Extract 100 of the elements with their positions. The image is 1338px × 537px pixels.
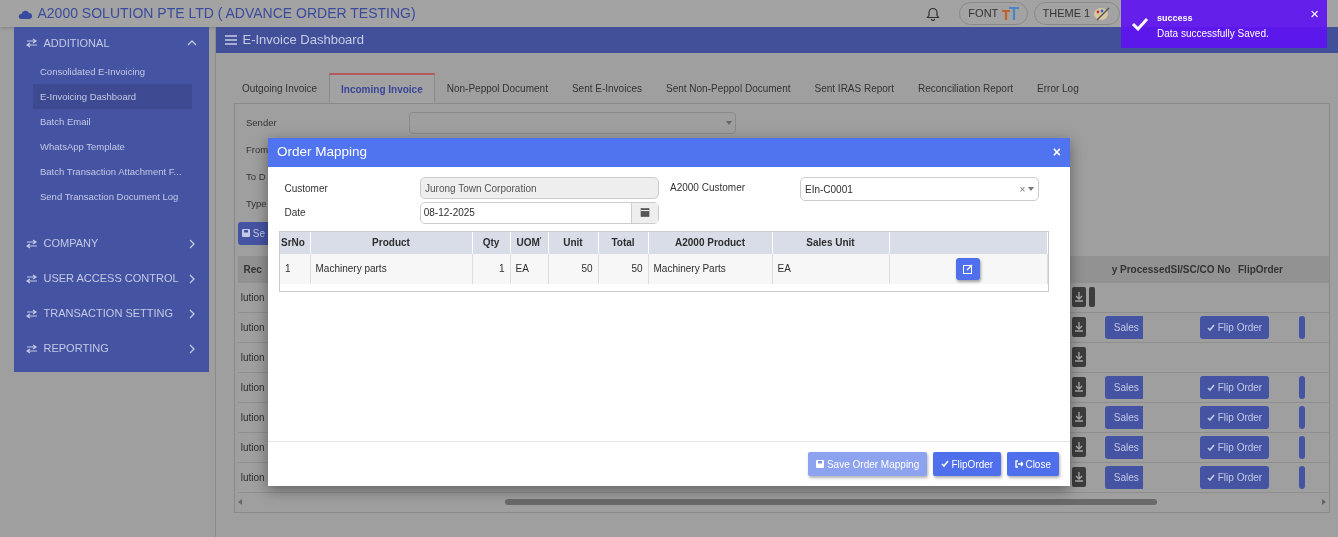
check-icon bbox=[1207, 323, 1215, 331]
swap-icon bbox=[26, 37, 38, 48]
action-button[interactable] bbox=[1299, 315, 1305, 339]
table-cell: Machinery Parts bbox=[653, 263, 726, 274]
form-label: From bbox=[246, 142, 269, 157]
form-label: Sender bbox=[246, 115, 277, 130]
sidebar-section[interactable]: TRANSACTION SETTING bbox=[14, 300, 209, 327]
column-header: y bbox=[1110, 262, 1119, 277]
flip-order-button[interactable]: Flip Order bbox=[1200, 315, 1270, 339]
sidebar-item[interactable]: Batch Email bbox=[33, 108, 192, 134]
column-header: ProcessedSI/SC/CO No bbox=[1120, 262, 1232, 277]
sales-button[interactable]: Sales bbox=[1104, 375, 1143, 399]
tab[interactable]: Non-Peppol Document bbox=[434, 73, 560, 103]
sidebar-section[interactable]: USER ACCESS CONTROL bbox=[14, 265, 209, 292]
customer-field[interactable]: Jurong Town Corporation bbox=[420, 177, 659, 199]
caret-down-icon bbox=[726, 121, 733, 125]
close-button[interactable]: × bbox=[1310, 3, 1319, 26]
close-button[interactable]: × bbox=[1052, 142, 1061, 163]
bell-icon[interactable] bbox=[925, 6, 940, 21]
tab[interactable]: Sent E-Invoices bbox=[559, 73, 654, 103]
chevron-right-icon bbox=[187, 273, 197, 284]
tab[interactable]: Sent IRAS Report bbox=[802, 73, 906, 103]
sales-button[interactable]: Sales bbox=[1104, 435, 1143, 459]
search-button[interactable]: Se bbox=[238, 221, 269, 245]
sidebar-item[interactable]: Consolidated E-Invoicing bbox=[33, 58, 192, 84]
swap-icon bbox=[26, 273, 38, 284]
chevron-right-icon bbox=[187, 343, 197, 354]
edit-button[interactable] bbox=[956, 257, 981, 280]
save-icon bbox=[242, 229, 250, 237]
sales-button[interactable]: Sales bbox=[1104, 465, 1143, 489]
menu-icon[interactable] bbox=[225, 35, 237, 45]
toast-title: success bbox=[1157, 12, 1193, 25]
column-header: Qty bbox=[472, 231, 510, 254]
flip-order-button[interactable]: Flip Order bbox=[1200, 435, 1270, 459]
app-title: A2000 SOLUTION PTE LTD ( ADVANCE ORDER TESTING) bbox=[37, 4, 416, 23]
download-icon[interactable] bbox=[1072, 407, 1086, 427]
a2000-customer-select[interactable]: EIn-C0001 × bbox=[800, 177, 1039, 201]
edit-icon bbox=[963, 263, 974, 274]
field-label: Date bbox=[283, 206, 307, 221]
sidebar-section[interactable]: ADDITIONAL bbox=[14, 29, 209, 56]
swap-icon bbox=[26, 343, 38, 354]
sign-out-icon bbox=[1014, 460, 1023, 468]
action-button[interactable] bbox=[1299, 465, 1305, 489]
table-cell: lution bbox=[240, 291, 265, 303]
chevron-right-icon bbox=[187, 308, 197, 319]
toast-message: Data successfully Saved. bbox=[1157, 26, 1269, 41]
table-cell: Machinery parts bbox=[315, 263, 387, 274]
table-cell: 1 bbox=[498, 263, 505, 274]
table-cell: 1 bbox=[285, 263, 291, 274]
tab[interactable]: Error Log bbox=[1025, 73, 1091, 103]
sidebar-item[interactable]: WhatsApp Template bbox=[33, 133, 192, 159]
close-button[interactable]: Close bbox=[1006, 452, 1059, 476]
swap-icon bbox=[26, 238, 38, 249]
flip-order-button[interactable]: Flip Order bbox=[1200, 465, 1270, 489]
sidebar-item[interactable]: Send Transaction Document Log bbox=[33, 183, 192, 209]
caret-down-icon bbox=[1028, 187, 1034, 191]
table-cell: lution bbox=[240, 441, 265, 453]
form-label: To D bbox=[246, 169, 266, 184]
sidebar-section[interactable]: REPORTING bbox=[14, 335, 209, 362]
tab[interactable]: Incoming Invoice bbox=[329, 73, 435, 103]
column-header: Product bbox=[310, 231, 472, 254]
check-icon bbox=[940, 460, 949, 468]
download-icon[interactable] bbox=[1072, 317, 1086, 337]
table-cell: lution bbox=[240, 471, 265, 483]
swap-icon bbox=[26, 308, 38, 319]
column-header: FlipOrder bbox=[1238, 262, 1284, 277]
sales-button[interactable]: Sales bbox=[1104, 405, 1143, 429]
download-icon[interactable] bbox=[1072, 287, 1086, 307]
action-button[interactable] bbox=[1299, 405, 1305, 429]
flip-order-button[interactable]: Flip Order bbox=[1200, 375, 1270, 399]
field-label: Customer bbox=[283, 181, 329, 196]
flip-order-button[interactable]: Flip Order bbox=[1200, 405, 1270, 429]
field-label: A2000 Customer bbox=[670, 181, 747, 195]
chevron-right-icon bbox=[187, 238, 197, 249]
sidebar-section[interactable]: COMPANY bbox=[14, 230, 209, 257]
date-field[interactable]: 08-12-2025 bbox=[420, 201, 659, 224]
table-cell: EA bbox=[777, 263, 791, 274]
table-cell: 50 bbox=[631, 263, 643, 274]
dark-button[interactable] bbox=[1088, 287, 1095, 307]
flip-button[interactable]: FlipOrder bbox=[932, 452, 1002, 476]
download-icon[interactable] bbox=[1072, 437, 1086, 457]
clear-icon[interactable]: × bbox=[1019, 181, 1026, 197]
page-title: E-Invoice Dashboard bbox=[242, 31, 364, 50]
action-button[interactable] bbox=[1299, 375, 1305, 399]
download-icon[interactable] bbox=[1072, 377, 1086, 397]
check-icon bbox=[1131, 17, 1149, 31]
sales-button[interactable]: Sales bbox=[1104, 315, 1143, 339]
action-button[interactable] bbox=[1299, 435, 1305, 459]
calendar-icon[interactable] bbox=[631, 202, 658, 223]
column-header: Sales Unit bbox=[772, 231, 889, 254]
check-icon bbox=[1207, 413, 1215, 421]
download-icon[interactable] bbox=[1072, 347, 1086, 367]
table-cell: EA bbox=[515, 263, 529, 274]
tab[interactable]: Outgoing Invoice bbox=[230, 73, 330, 103]
sidebar-item[interactable]: Batch Transaction Attachment F... bbox=[33, 158, 192, 184]
table-cell: lution bbox=[240, 351, 265, 363]
download-icon[interactable] bbox=[1072, 467, 1086, 487]
sidebar-item[interactable]: E-Invoicing Dashboard bbox=[33, 83, 192, 109]
tab[interactable]: Sent Non-Peppol Document bbox=[653, 73, 803, 103]
tab[interactable]: Reconciliation Report bbox=[906, 73, 1026, 103]
